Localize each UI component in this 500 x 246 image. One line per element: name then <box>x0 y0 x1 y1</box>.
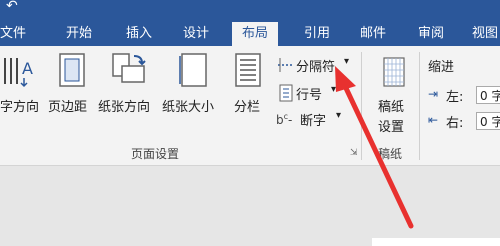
annotation-arrow-icon <box>335 66 414 229</box>
